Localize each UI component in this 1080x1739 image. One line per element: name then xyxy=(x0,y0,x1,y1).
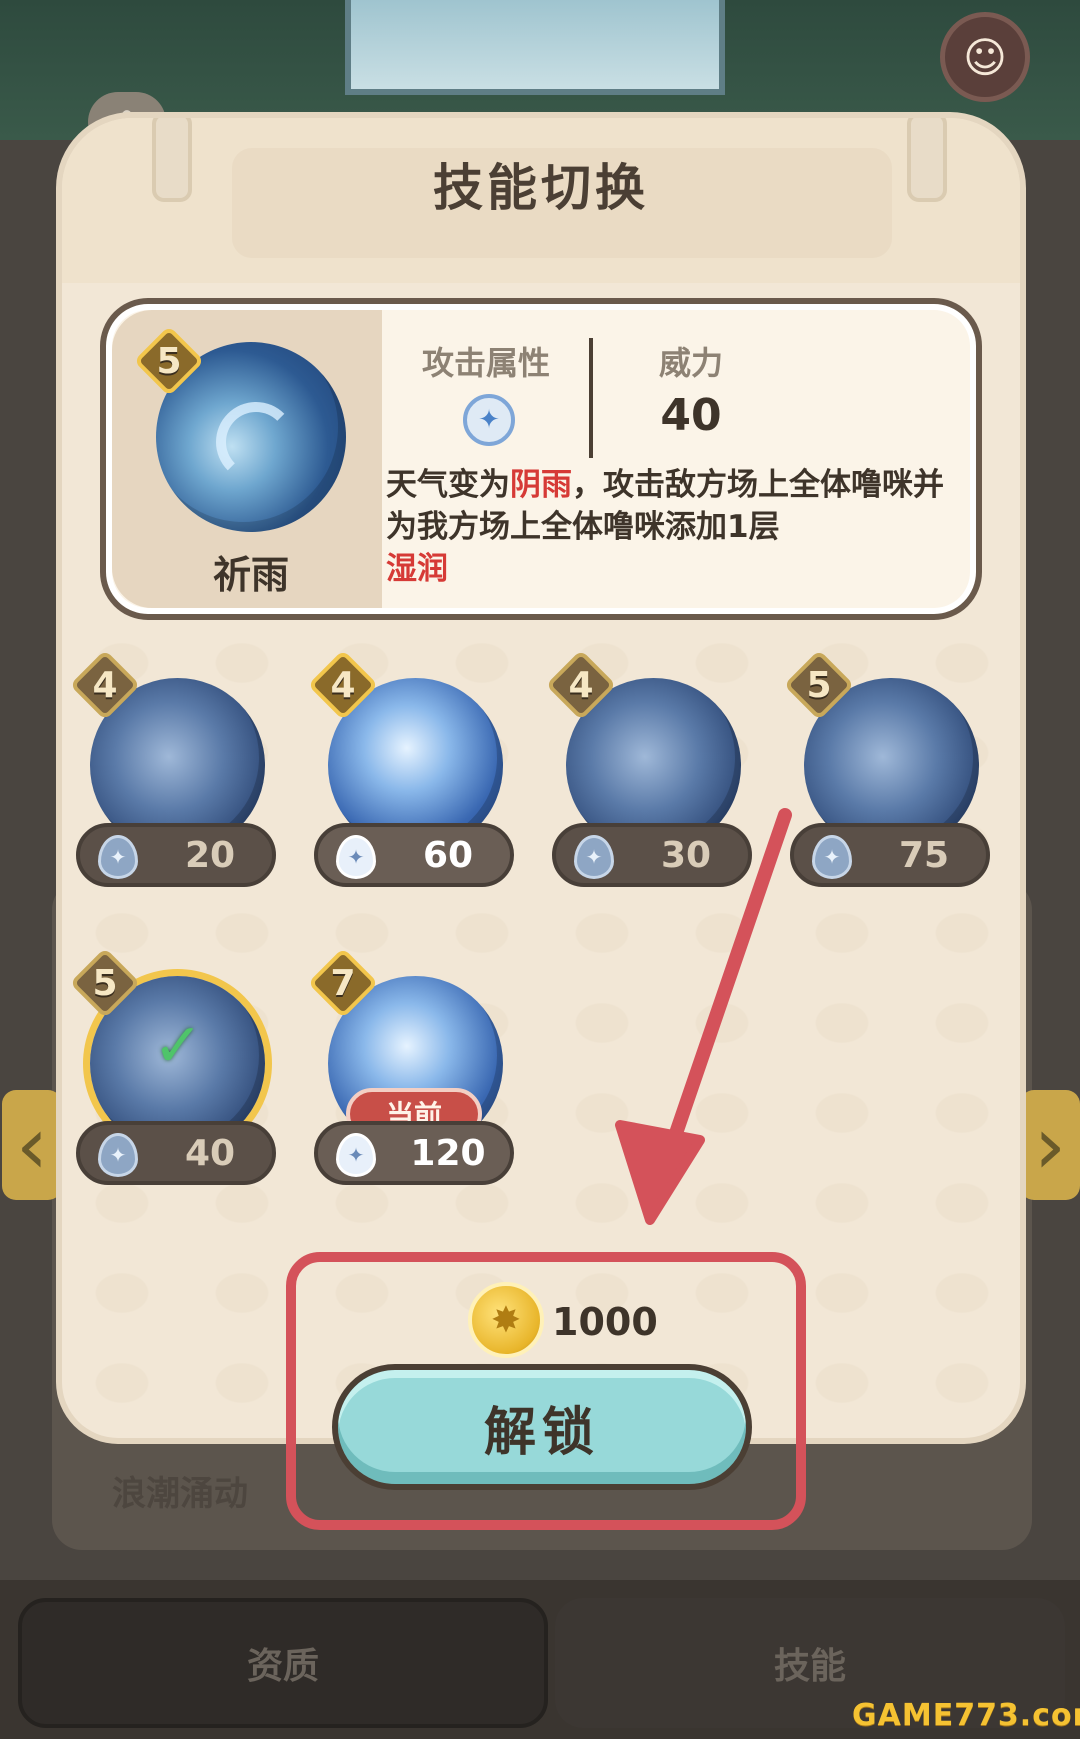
water-drop-icon: ✦ xyxy=(812,835,852,879)
annotation-highlight-box xyxy=(286,1252,806,1530)
tab-aptitude[interactable]: 资质 xyxy=(18,1598,548,1728)
cost-pill: ✦ 30 xyxy=(552,823,752,887)
cost-value: 30 xyxy=(660,835,712,876)
water-drop-icon: ✦ xyxy=(98,835,138,879)
level-number: 5 xyxy=(92,962,118,1004)
level-badge: 5 xyxy=(133,325,205,397)
water-element-icon: ✦ xyxy=(463,394,515,446)
desc-keyword-wet: 湿润 xyxy=(386,551,448,587)
dialog-title: 技能切换 xyxy=(433,159,649,217)
cost-value: 120 xyxy=(410,1133,486,1174)
attack-attribute-label: 攻击属性 xyxy=(421,344,550,382)
level-number: 5 xyxy=(156,340,182,382)
level-badge: 4 xyxy=(69,649,141,721)
skill-description: 天气变为阴雨，攻击敌方场上全体噜咪并为我方场上全体噜咪添加1层 湿润 xyxy=(386,464,966,590)
check-icon: ✓ xyxy=(152,1011,204,1081)
cost-pill: ✦ 75 xyxy=(790,823,990,887)
desc-keyword-rain: 阴雨 xyxy=(510,467,572,503)
skill-tile[interactable]: 5 ✦ 75 xyxy=(783,649,990,918)
cost-pill: ✦ 20 xyxy=(76,823,276,887)
level-number: 5 xyxy=(806,664,832,706)
cost-value: 75 xyxy=(898,835,950,876)
cost-value: 40 xyxy=(184,1133,236,1174)
level-badge: 4 xyxy=(545,649,617,721)
level-badge: 5 xyxy=(69,947,141,1019)
cost-pill: ✦ 40 xyxy=(76,1121,276,1185)
cost-value: 60 xyxy=(422,835,474,876)
level-number: 4 xyxy=(92,664,118,706)
skill-detail-card: 5 祈雨 攻击属性 ✦ 威力 40 天气变为阴雨，攻击敌方场上全体噜咪并为我方场… xyxy=(100,298,982,620)
power-value: 40 xyxy=(660,390,722,441)
skill-tile[interactable]: 4 ✦ 30 xyxy=(545,649,752,918)
skill-tile-current[interactable]: 7 当前 ✦ 120 xyxy=(307,947,514,1216)
next-arrow-icon[interactable]: › xyxy=(1020,1090,1080,1200)
water-drop-icon: ✦ xyxy=(98,1133,138,1177)
skill-switch-dialog: 技能切换 5 祈雨 攻击属性 ✦ 威力 40 天气变为阴雨，攻击敌方场上全体噜咪… xyxy=(62,118,1020,1438)
skill-name: 祈雨 xyxy=(212,553,289,597)
cost-value: 20 xyxy=(184,835,236,876)
prev-arrow-icon[interactable]: ‹ xyxy=(2,1090,62,1200)
water-drop-icon: ✦ xyxy=(336,1133,376,1177)
level-badge: 5 xyxy=(783,649,855,721)
skill-name-behind: 浪潮涌动 xyxy=(112,1474,248,1514)
divider xyxy=(589,338,593,458)
cost-pill: ✦ 120 xyxy=(314,1121,514,1185)
cost-pill: ✦ 60 xyxy=(314,823,514,887)
site-watermark-logo: GAME773.com xyxy=(852,1698,1080,1733)
skill-tile-selected[interactable]: ✓ 5 ✦ 40 xyxy=(69,947,276,1216)
power-label: 威力 xyxy=(658,344,723,382)
level-number: 4 xyxy=(330,664,356,706)
level-badge: 4 xyxy=(307,649,379,721)
level-badge: 7 xyxy=(307,947,379,1019)
skill-tile[interactable]: 4 ✦ 20 xyxy=(69,649,276,918)
level-number: 7 xyxy=(330,962,356,1004)
skill-tile[interactable]: 4 ✦ 60 xyxy=(307,649,514,918)
scene-window xyxy=(345,0,725,95)
level-number: 4 xyxy=(568,664,594,706)
water-drop-icon: ✦ xyxy=(574,835,614,879)
water-drop-icon: ✦ xyxy=(336,835,376,879)
cat-exit-icon[interactable]: ☺ xyxy=(940,12,1030,102)
desc-text: 天气变为 xyxy=(386,467,510,503)
